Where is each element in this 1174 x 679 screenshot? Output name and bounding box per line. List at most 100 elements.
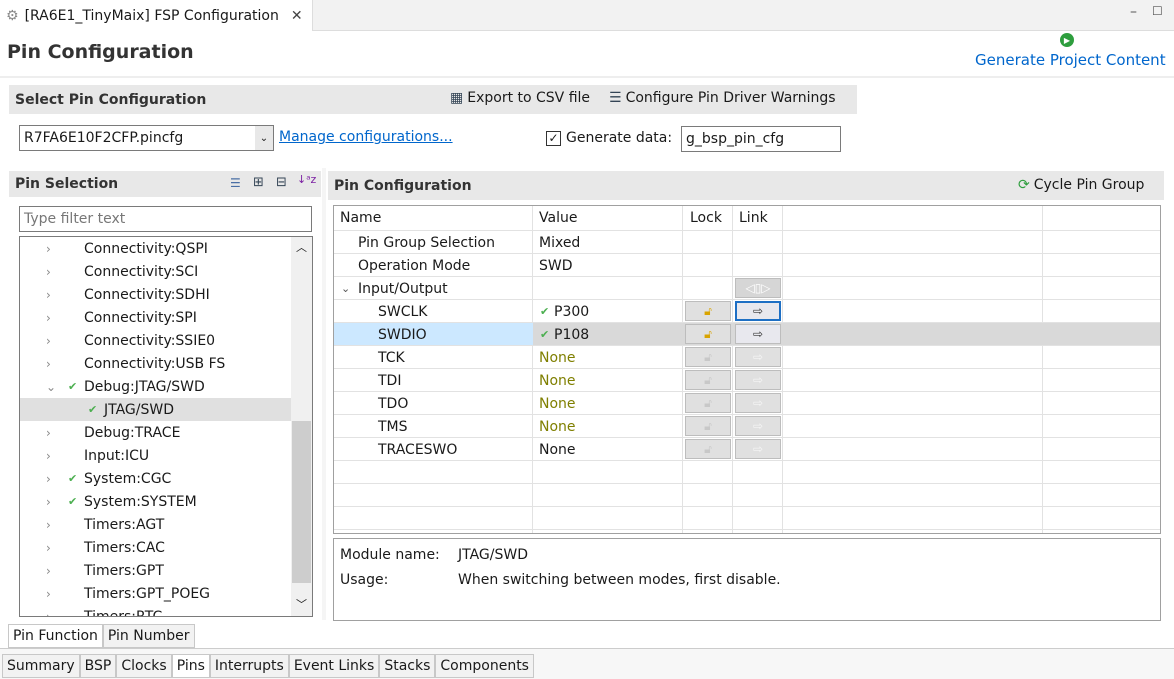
tab-clocks[interactable]: Clocks xyxy=(116,654,172,678)
tab-pin-number[interactable]: Pin Number xyxy=(102,624,195,648)
tab-stacks[interactable]: Stacks xyxy=(379,654,436,678)
tab-pin-function[interactable]: Pin Function xyxy=(8,624,103,648)
row-value[interactable]: SWD xyxy=(539,254,573,277)
lock-icon[interactable]: 🔓︎ xyxy=(685,439,731,459)
configure-warnings-button[interactable]: ☰ Configure Pin Driver Warnings xyxy=(609,90,836,106)
tree-item[interactable]: › ✔ System:CGC xyxy=(20,467,291,490)
row-value[interactable]: None xyxy=(539,415,576,438)
col-lock[interactable]: Lock xyxy=(690,206,722,229)
manage-configurations-link[interactable]: Manage configurations... xyxy=(279,129,453,145)
row-value[interactable]: None xyxy=(539,438,576,461)
tree-item[interactable]: › Timers:CAC xyxy=(20,536,291,559)
chevron-right-icon[interactable]: › xyxy=(46,610,51,617)
generate-project-content-link[interactable]: Generate Project Content xyxy=(975,51,1166,69)
row-value[interactable]: P300 xyxy=(554,300,589,323)
lock-icon[interactable]: 🔓︎ xyxy=(685,393,731,413)
row-value[interactable]: None xyxy=(539,392,576,415)
scroll-up-icon[interactable]: ︿ xyxy=(296,239,307,255)
table-row[interactable]: SWDIO ✔ P108 🔓︎ ⇨ xyxy=(334,323,1160,346)
link-arrow-icon[interactable]: ⇨ xyxy=(735,416,781,436)
link-arrow-icon[interactable]: ⇨ xyxy=(735,439,781,459)
link-arrow-icon[interactable]: ⇨ xyxy=(735,370,781,390)
chevron-right-icon[interactable]: › xyxy=(46,541,51,555)
lock-icon[interactable]: 🔓︎ xyxy=(685,370,731,390)
tab-event-links[interactable]: Event Links xyxy=(288,654,380,678)
chevron-down-icon[interactable]: ⌄ xyxy=(46,380,56,394)
chevron-right-icon[interactable]: › xyxy=(46,288,51,302)
scroll-thumb[interactable] xyxy=(292,421,311,583)
chevron-right-icon[interactable]: › xyxy=(46,311,51,325)
lock-icon[interactable]: 🔓︎ xyxy=(685,324,731,344)
tree-item[interactable]: › Timers:AGT xyxy=(20,513,291,536)
tree-item[interactable]: › Debug:TRACE xyxy=(20,421,291,444)
chevron-right-icon[interactable]: › xyxy=(46,587,51,601)
splitter[interactable] xyxy=(322,168,326,620)
chevron-right-icon[interactable]: › xyxy=(46,518,51,532)
table-row[interactable]: SWCLK ✔ P300 🔓︎ ⇨ xyxy=(334,300,1160,323)
table-row[interactable]: TRACESWO None 🔓︎ ⇨ xyxy=(334,438,1160,461)
table-row[interactable]: TDO None 🔓︎ ⇨ xyxy=(334,392,1160,415)
tab-components[interactable]: Components xyxy=(435,654,534,678)
tab-summary[interactable]: Summary xyxy=(2,654,80,678)
generate-data-input[interactable]: g_bsp_pin_cfg xyxy=(681,126,841,152)
table-row[interactable]: TDI None 🔓︎ ⇨ xyxy=(334,369,1160,392)
chevron-right-icon[interactable]: › xyxy=(46,472,51,486)
tree-item[interactable]: › Connectivity:SSIE0 xyxy=(20,329,291,352)
chevron-right-icon[interactable]: › xyxy=(46,449,51,463)
cycle-pin-group-button[interactable]: ⟳ Cycle Pin Group xyxy=(1018,177,1144,193)
chevron-right-icon[interactable]: › xyxy=(46,564,51,578)
table-row[interactable]: Pin Group Selection Mixed xyxy=(334,231,1160,254)
chevron-down-icon[interactable]: ⌄ xyxy=(341,277,350,300)
tree-item[interactable]: › Input:ICU xyxy=(20,444,291,467)
col-name[interactable]: Name xyxy=(340,206,381,229)
link-arrow-icon[interactable]: ⇨ xyxy=(735,393,781,413)
tree-item[interactable]: › Timers:RTC xyxy=(20,605,291,617)
tree-item[interactable]: › Timers:GPT xyxy=(20,559,291,582)
tab-bsp[interactable]: BSP xyxy=(79,654,117,678)
col-link[interactable]: Link xyxy=(739,206,768,229)
collapse-all-icon[interactable]: ⊟ xyxy=(276,175,287,190)
col-value[interactable]: Value xyxy=(539,206,577,229)
table-row[interactable]: TCK None 🔓︎ ⇨ xyxy=(334,346,1160,369)
tree-item[interactable]: ⌄ ✔ Debug:JTAG/SWD xyxy=(20,375,291,398)
table-row[interactable]: Operation Mode SWD xyxy=(334,254,1160,277)
chevron-right-icon[interactable]: › xyxy=(46,357,51,371)
lock-icon[interactable]: 🔓︎ xyxy=(685,416,731,436)
row-value[interactable]: None xyxy=(539,369,576,392)
row-value[interactable]: P108 xyxy=(554,323,589,346)
tree-item[interactable]: › Connectivity:SPI xyxy=(20,306,291,329)
export-csv-button[interactable]: ▦ Export to CSV file xyxy=(450,90,590,106)
minimize-icon[interactable]: – xyxy=(1130,4,1137,20)
run-icon[interactable]: ▶ xyxy=(1060,33,1074,47)
tree-item[interactable]: › ✔ System:SYSTEM xyxy=(20,490,291,513)
expand-all-icon[interactable]: ⊞ xyxy=(253,175,264,190)
filter-input[interactable]: Type filter text xyxy=(19,206,312,232)
lock-icon[interactable]: 🔓︎ xyxy=(685,301,731,321)
chevron-right-icon[interactable]: › xyxy=(46,426,51,440)
tree-item[interactable]: › Connectivity:SCI xyxy=(20,260,291,283)
link-arrow-icon[interactable]: ⇨ xyxy=(735,347,781,367)
tree-item[interactable]: ✔ JTAG/SWD xyxy=(20,398,291,421)
chevron-right-icon[interactable]: › xyxy=(46,265,51,279)
scroll-down-icon[interactable]: ﹀ xyxy=(296,596,307,612)
show-list-icon[interactable]: ☰ xyxy=(230,176,241,190)
chevron-right-icon[interactable]: › xyxy=(46,334,51,348)
tree-item[interactable]: › Connectivity:QSPI xyxy=(20,237,291,260)
generate-data-checkbox[interactable]: ✓ xyxy=(546,131,561,146)
table-row[interactable]: TMS None 🔓︎ ⇨ xyxy=(334,415,1160,438)
row-value[interactable]: None xyxy=(539,346,576,369)
tab-pins[interactable]: Pins xyxy=(171,654,210,678)
tab-interrupts[interactable]: Interrupts xyxy=(209,654,289,678)
pin-config-select[interactable]: R7FA6E10F2CFP.pincfg ⌄ xyxy=(19,125,274,151)
link-arrow-icon[interactable]: ⇨ xyxy=(735,301,781,321)
row-value[interactable]: Mixed xyxy=(539,231,580,254)
maximize-icon[interactable]: ☐ xyxy=(1152,4,1163,18)
close-icon[interactable]: ✕ xyxy=(291,8,303,24)
chevron-right-icon[interactable]: › xyxy=(46,242,51,256)
link-arrow-icon[interactable]: ⇨ xyxy=(735,324,781,344)
tree-item[interactable]: › Connectivity:USB FS xyxy=(20,352,291,375)
table-row[interactable]: ⌄ Input/Output ◁▯▷ xyxy=(334,277,1160,300)
editor-tab[interactable]: ⚙ [RA6E1_TinyMaix] FSP Configuration ✕ xyxy=(0,0,313,31)
sort-az-icon[interactable]: ↓ᵃz xyxy=(297,173,316,186)
chevron-right-icon[interactable]: › xyxy=(46,495,51,509)
